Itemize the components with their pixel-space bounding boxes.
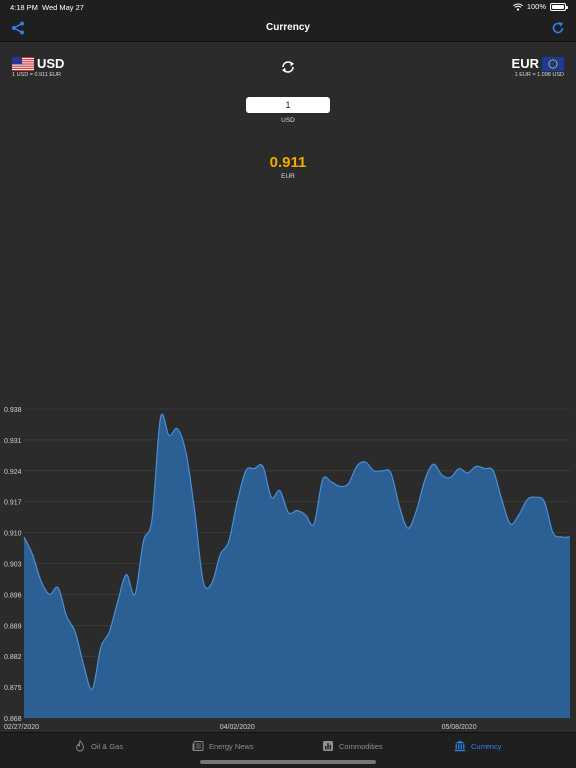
y-tick-label: 0.917	[4, 500, 22, 507]
y-tick-label: 0.896	[4, 592, 22, 599]
y-tick-label: 0.875	[4, 685, 22, 692]
nav-bar: Currency	[0, 14, 576, 42]
status-right: 100%	[512, 2, 568, 11]
battery-icon	[550, 2, 568, 11]
y-tick-label: 0.882	[4, 654, 22, 661]
conversion-result: 0.911	[269, 154, 307, 171]
y-tick-label: 0.889	[4, 623, 22, 630]
y-tick-label: 0.931	[4, 438, 22, 445]
status-time: 4:18 PM	[10, 3, 38, 12]
tab-energy-news[interactable]: Energy News	[192, 740, 254, 752]
area-fill	[24, 414, 570, 718]
x-tick-label: 02/27/2020	[4, 724, 39, 731]
swap-icon[interactable]	[279, 58, 297, 76]
y-tick-label: 0.924	[4, 469, 22, 476]
chart-icon	[323, 741, 333, 751]
tab-label: Energy News	[209, 741, 254, 751]
amount-input[interactable]	[246, 97, 330, 113]
from-currency[interactable]: USD 1 USD = 0.911 EUR	[12, 57, 64, 78]
y-tick-label: 0.868	[4, 716, 22, 723]
eu-flag-icon	[542, 57, 564, 71]
tab-currency[interactable]: Currency	[454, 740, 501, 752]
tab-label: Currency	[471, 741, 502, 751]
flame-icon	[76, 740, 84, 752]
y-tick-label: 0.938	[4, 407, 22, 414]
tab-label: Commodities	[339, 741, 383, 751]
tab-oil-gas[interactable]: Oil & Gas	[74, 740, 123, 752]
to-currency[interactable]: EUR 1 EUR = 1.098 USD	[512, 57, 564, 78]
newspaper-icon	[192, 741, 204, 751]
x-tick-label: 05/08/2020	[442, 724, 477, 731]
y-tick-label: 0.903	[4, 562, 22, 569]
wifi-icon	[512, 3, 523, 11]
status-date: Wed May 27	[42, 3, 84, 12]
x-tick-label: 04/02/2020	[220, 724, 255, 731]
refresh-icon[interactable]	[550, 20, 566, 36]
tab-label: Oil & Gas	[91, 741, 124, 751]
tab-commodities[interactable]: Commodities	[322, 740, 383, 752]
from-rate: 1 USD = 0.911 EUR	[12, 72, 61, 78]
to-rate: 1 EUR = 1.098 USD	[514, 72, 564, 78]
tab-bar: Oil & Gas Energy News Commodities Curren…	[0, 732, 576, 768]
page-title: Currency	[266, 22, 310, 33]
us-flag-icon	[12, 57, 34, 71]
from-currency-code: USD	[37, 56, 65, 71]
exchange-rate-chart[interactable]: 0.938 0.931 0.924 0.917 0.910 0.903 0.896 0.889…	[0, 396, 576, 732]
result-currency-label: EUR	[281, 173, 295, 180]
y-tick-label: 0.910	[4, 531, 22, 538]
amount-currency-label: USD	[281, 117, 295, 124]
battery-percent: 100%	[526, 2, 546, 11]
home-indicator	[200, 760, 376, 764]
status-bar: 4:18 PM Wed May 27 100%	[0, 0, 576, 14]
to-currency-code: EUR	[511, 56, 539, 71]
bank-icon	[454, 740, 466, 752]
